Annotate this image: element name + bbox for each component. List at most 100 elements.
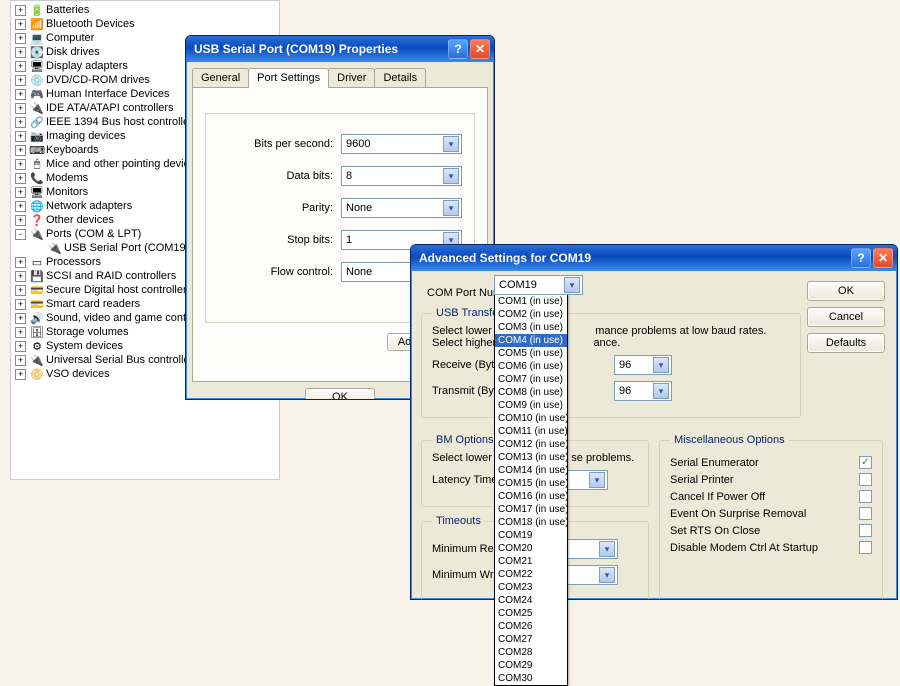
help-button[interactable]: ? [851,248,871,268]
com-option[interactable]: COM4 (in use) [495,334,567,347]
tree-item[interactable]: +📶Bluetooth Devices [11,17,279,31]
com-option[interactable]: COM11 (in use) [495,425,567,438]
properties-ok-button[interactable]: OK [305,388,375,400]
chevron-down-icon[interactable] [443,200,459,216]
checkbox[interactable] [859,507,872,520]
tab-driver[interactable]: Driver [328,68,375,87]
misc-option[interactable]: Serial Enumerator✓ [670,456,872,469]
tree-expander-icon[interactable]: + [15,19,26,30]
com-option[interactable]: COM3 (in use) [495,321,567,334]
tree-expander-icon[interactable]: + [15,285,26,296]
com-option[interactable]: COM26 [495,620,567,633]
tree-expander-icon[interactable]: + [15,313,26,324]
com-option[interactable]: COM13 (in use) [495,451,567,464]
bps-select[interactable]: 9600 [341,134,462,154]
tree-expander-icon[interactable]: + [15,5,26,16]
chevron-down-icon[interactable] [443,136,459,152]
tree-expander-icon[interactable]: + [15,75,26,86]
tree-expander-icon[interactable]: + [15,33,26,44]
tree-item[interactable]: +🔋Batteries [11,3,279,17]
tree-expander-icon[interactable]: + [15,187,26,198]
com-option[interactable]: COM25 [495,607,567,620]
chevron-down-icon[interactable] [653,357,669,373]
chevron-down-icon[interactable] [599,541,615,557]
checkbox[interactable] [859,541,872,554]
tree-expander-icon[interactable]: + [15,131,26,142]
tree-expander-icon[interactable]: + [15,145,26,156]
help-button[interactable]: ? [448,39,468,59]
properties-titlebar[interactable]: USB Serial Port (COM19) Properties ? ✕ [186,36,494,62]
tree-expander-icon[interactable]: + [15,159,26,170]
com-option[interactable]: COM29 [495,659,567,672]
com-option[interactable]: COM14 (in use) [495,464,567,477]
close-button[interactable]: ✕ [470,39,490,59]
com-option[interactable]: COM10 (in use) [495,412,567,425]
tree-expander-icon[interactable]: + [15,103,26,114]
close-button[interactable]: ✕ [873,248,893,268]
advanced-titlebar[interactable]: Advanced Settings for COM19 ? ✕ [411,245,897,271]
tree-expander-icon[interactable]: + [15,257,26,268]
adv-cancel-button[interactable]: Cancel [807,307,885,327]
com-option[interactable]: COM22 [495,568,567,581]
chevron-down-icon[interactable] [443,168,459,184]
tree-expander-icon[interactable]: - [15,229,26,240]
adv-defaults-button[interactable]: Defaults [807,333,885,353]
com-option[interactable]: COM17 (in use) [495,503,567,516]
tree-expander-icon[interactable]: + [15,341,26,352]
com-option[interactable]: COM21 [495,555,567,568]
tree-expander-icon[interactable]: + [15,117,26,128]
tab-details[interactable]: Details [374,68,426,87]
com-port-select[interactable]: COM19 [494,275,583,295]
misc-option-label: Disable Modem Ctrl At Startup [670,542,818,554]
tree-expander-icon[interactable]: + [15,355,26,366]
com-option[interactable]: COM15 (in use) [495,477,567,490]
com-option[interactable]: COM27 [495,633,567,646]
misc-option[interactable]: Cancel If Power Off [670,490,872,503]
misc-option[interactable]: Disable Modem Ctrl At Startup [670,541,872,554]
tree-expander-icon[interactable]: + [15,89,26,100]
com-option[interactable]: COM12 (in use) [495,438,567,451]
tree-expander-icon[interactable]: + [15,299,26,310]
chevron-down-icon[interactable] [589,472,605,488]
com-option[interactable]: COM6 (in use) [495,360,567,373]
chevron-down-icon[interactable] [599,567,615,583]
com-option[interactable]: COM19 [495,529,567,542]
com-option[interactable]: COM9 (in use) [495,399,567,412]
com-option[interactable]: COM20 [495,542,567,555]
com-port-dropdown-list[interactable]: COM1 (in use)COM2 (in use)COM3 (in use)C… [494,294,568,686]
adv-ok-button[interactable]: OK [807,281,885,301]
tree-expander-icon[interactable]: + [15,271,26,282]
tree-expander-icon[interactable]: + [15,47,26,58]
checkbox[interactable] [859,473,872,486]
tree-expander-icon[interactable]: + [15,173,26,184]
com-option[interactable]: COM16 (in use) [495,490,567,503]
tree-expander-icon[interactable]: + [15,201,26,212]
com-option[interactable]: COM8 (in use) [495,386,567,399]
tab-port-settings[interactable]: Port Settings [248,68,329,88]
com-option[interactable]: COM1 (in use) [495,295,567,308]
com-option[interactable]: COM23 [495,581,567,594]
receive-select[interactable]: 96 [614,355,672,375]
tree-expander-icon[interactable]: + [15,327,26,338]
com-option[interactable]: COM5 (in use) [495,347,567,360]
com-option[interactable]: COM18 (in use) [495,516,567,529]
com-option[interactable]: COM2 (in use) [495,308,567,321]
checkbox[interactable] [859,490,872,503]
chevron-down-icon[interactable] [564,277,580,293]
misc-option[interactable]: Set RTS On Close [670,524,872,537]
tree-expander-icon[interactable]: + [15,369,26,380]
com-option[interactable]: COM30 [495,672,567,685]
misc-option[interactable]: Event On Surprise Removal [670,507,872,520]
misc-option[interactable]: Serial Printer [670,473,872,486]
checkbox[interactable] [859,524,872,537]
tree-expander-icon[interactable]: + [15,61,26,72]
com-option[interactable]: COM7 (in use) [495,373,567,386]
checkbox[interactable]: ✓ [859,456,872,469]
tab-general[interactable]: General [192,68,249,87]
transmit-select[interactable]: 96 [614,381,672,401]
parity-select[interactable]: None [341,198,462,218]
tree-expander-icon[interactable]: + [15,215,26,226]
databits-select[interactable]: 8 [341,166,462,186]
com-option[interactable]: COM28 [495,646,567,659]
chevron-down-icon[interactable] [653,383,669,399]
